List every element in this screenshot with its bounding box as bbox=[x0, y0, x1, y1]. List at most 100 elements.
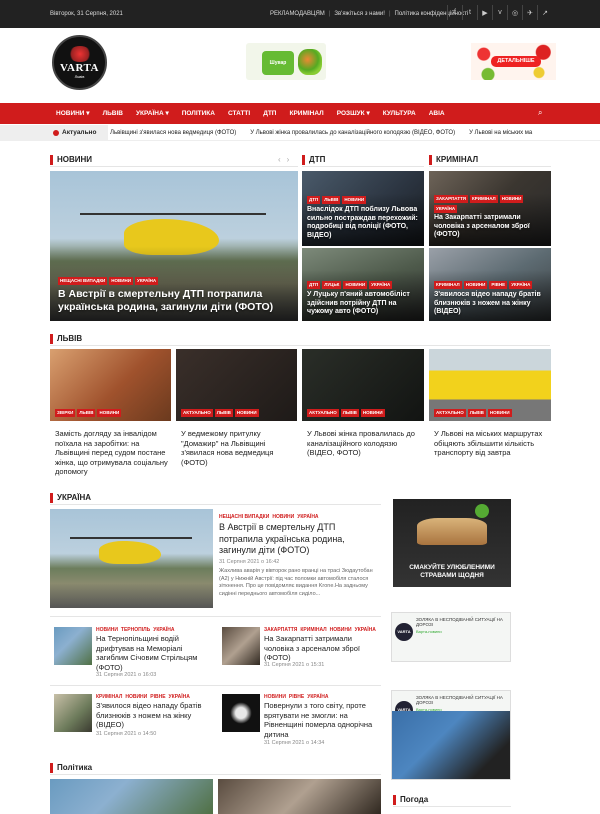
tag[interactable]: УКРАЇНА bbox=[135, 277, 159, 285]
advertisers-link[interactable]: РЕКЛАМОДАВЦЯМ bbox=[270, 11, 325, 17]
nav-politics[interactable]: ПОЛІТИКА bbox=[182, 103, 222, 124]
tag[interactable]: ЛЬВІВ bbox=[322, 196, 341, 204]
tag[interactable]: УКРАЇНА bbox=[509, 281, 533, 289]
crime-card[interactable]: КРИМІНАЛ НОВИНИ РІВНЕ УКРАЇНА З'явилося від… bbox=[429, 248, 551, 321]
twitter-icon[interactable]: t bbox=[462, 5, 477, 20]
tag[interactable]: НОВИНИ bbox=[342, 196, 367, 204]
external-icon[interactable]: ↗ bbox=[537, 5, 552, 20]
tag[interactable]: НОВИНИ bbox=[343, 281, 368, 289]
tag[interactable]: ЛЬВІВ bbox=[77, 409, 96, 417]
tag[interactable]: НОВИНИ bbox=[96, 627, 118, 633]
tag[interactable]: УКРАЇНА bbox=[169, 694, 190, 700]
header-ad-shuvar[interactable]: Шувар bbox=[246, 43, 326, 80]
tag[interactable]: НОВИНИ bbox=[272, 514, 294, 520]
nav-search-wanted[interactable]: РОЗШУК ▾ bbox=[337, 103, 377, 124]
facebook-icon[interactable]: f bbox=[447, 5, 462, 20]
tag[interactable]: ЛЬВІВ bbox=[340, 409, 359, 417]
tag[interactable]: НОВИНИ bbox=[499, 195, 524, 203]
dtp-card[interactable]: ДТП ЛЬВІВ НОВИНИ Внаслідок ДТП поблизу Льв… bbox=[302, 171, 424, 246]
list-title[interactable]: Повернули з того світу, проте врятувати … bbox=[264, 701, 382, 739]
contact-link[interactable]: Зв'яжіться з нами! bbox=[334, 11, 385, 17]
list-thumb[interactable] bbox=[222, 694, 260, 732]
tag[interactable]: УКРАЇНА bbox=[369, 281, 393, 289]
ukraine-feature-title[interactable]: В Австрії в смертельну ДТП потрапила укр… bbox=[219, 522, 379, 557]
lviv-card-title[interactable]: У ведмежому притулку "Домажир" на Львівщ… bbox=[181, 429, 296, 467]
header-ad-food[interactable]: ДЕТАЛЬНІШЕ bbox=[471, 43, 556, 80]
nav-articles[interactable]: СТАТТІ bbox=[228, 103, 257, 124]
lviv-card-title[interactable]: У Львові жінка провалилась до каналізаці… bbox=[307, 429, 422, 458]
instagram-icon[interactable]: ◎ bbox=[507, 5, 522, 20]
list-title[interactable]: З'явилося відео нападу братів близнюків … bbox=[96, 701, 214, 730]
telegram-icon[interactable]: ✈ bbox=[522, 5, 537, 20]
tag[interactable]: ДТП bbox=[307, 196, 321, 204]
tag[interactable]: НОВИНИ bbox=[264, 694, 286, 700]
tag[interactable]: НОВИНИ bbox=[360, 409, 385, 417]
tag[interactable]: АКТУАЛЬНО bbox=[434, 409, 466, 417]
ticker-item[interactable]: У Львові жінка провалилась до каналізаці… bbox=[250, 125, 455, 141]
details-button[interactable]: ДЕТАЛЬНІШЕ bbox=[491, 56, 541, 67]
tag[interactable]: УКРАЇНА bbox=[355, 627, 376, 633]
tag[interactable]: НОВИНИ bbox=[234, 409, 259, 417]
list-title[interactable]: На Тернопільщині водій дрифтував на Мемо… bbox=[96, 634, 214, 672]
ukraine-feature-image[interactable] bbox=[50, 509, 213, 608]
list-thumb[interactable] bbox=[222, 627, 260, 665]
vk-icon[interactable]: v bbox=[492, 5, 507, 20]
politics-card-image[interactable] bbox=[218, 779, 381, 814]
tag[interactable]: РІВНЕ bbox=[489, 281, 508, 289]
lviv-card-title[interactable]: Замість догляду за інвалідом поїхала на … bbox=[55, 429, 170, 477]
tag[interactable]: УКРАЇНА bbox=[297, 514, 318, 520]
tag[interactable]: НОВИНИ bbox=[330, 627, 352, 633]
tag[interactable]: ЗВІРКИ bbox=[55, 409, 76, 417]
sidebar-video[interactable]: VARTA ЗОЛЯКА В НЕСПОДІВАНІЙ СИТУАЦІЇ НА … bbox=[391, 612, 511, 662]
tag[interactable]: НОВИНИ bbox=[125, 694, 147, 700]
main-story-card[interactable]: НЕЩАСНІ ВИПАДКИ НОВИНИ УКРАЇНА В Австрії… bbox=[50, 171, 298, 321]
nav-dtp[interactable]: ДТП bbox=[263, 103, 283, 124]
site-logo[interactable]: VARTA Львів bbox=[52, 35, 107, 90]
tag[interactable]: ЛЬВІВ bbox=[467, 409, 486, 417]
crime-card[interactable]: ЗАКАРПАТТЯ КРИМІНАЛ НОВИНИ УКРАЇНА На Закар… bbox=[429, 171, 551, 246]
ticker-item[interactable]: У Львові на міських ма bbox=[469, 125, 532, 141]
youtube-icon[interactable]: ▶ bbox=[477, 5, 492, 20]
tag[interactable]: ТЕРНОПІЛЬ bbox=[121, 627, 150, 633]
tag[interactable]: НОВИНИ bbox=[97, 409, 122, 417]
list-title[interactable]: На Закарпатті затримали чоловіка з арсен… bbox=[264, 634, 382, 663]
tag[interactable]: НОВИНИ bbox=[463, 281, 488, 289]
dtp-card-title[interactable]: У Луцьку п'яний автомобіліст здійснив по… bbox=[307, 291, 422, 317]
tag[interactable]: КРИМІНАЛ bbox=[434, 281, 462, 289]
tag[interactable]: ЛЬВІВ bbox=[214, 409, 233, 417]
tag[interactable]: УКРАЇНА bbox=[153, 627, 174, 633]
tag[interactable]: КРИМІНАЛ bbox=[300, 627, 326, 633]
tag[interactable]: ДТП bbox=[307, 281, 321, 289]
politics-card-image[interactable] bbox=[50, 779, 213, 814]
tag[interactable]: НЕЩАСНІ ВИПАДКИ bbox=[58, 277, 108, 285]
lviv-card-title[interactable]: У Львові на міських маршрутах обіцяють з… bbox=[434, 429, 549, 458]
crime-card-title[interactable]: З'явилося відео нападу братів близнюків … bbox=[434, 291, 549, 317]
tag[interactable]: НОВИНИ bbox=[109, 277, 134, 285]
crime-card-title[interactable]: На Закарпатті затримали чоловіка з арсен… bbox=[434, 214, 549, 240]
nav-ukraine[interactable]: УКРАЇНА ▾ bbox=[136, 103, 176, 124]
tag[interactable]: АКТУАЛЬНО bbox=[307, 409, 339, 417]
tag[interactable]: РІВНЕ bbox=[289, 694, 304, 700]
tag[interactable]: НОВИНИ bbox=[487, 409, 512, 417]
sidebar-video[interactable]: VARTA ЗОЛЯКА В НЕСПОДІВАНІЙ СИТУАЦІЇ НА … bbox=[391, 690, 511, 780]
tag[interactable]: КРИМІНАЛ bbox=[96, 694, 122, 700]
main-story-title[interactable]: В Австрії в смертельну ДТП потрапила укр… bbox=[58, 288, 288, 313]
tag[interactable]: УКРАЇНА bbox=[307, 694, 328, 700]
list-thumb[interactable] bbox=[54, 627, 92, 665]
lviv-card-image[interactable]: АКТУАЛЬНО ЛЬВІВ НОВИНИ bbox=[176, 349, 297, 421]
tag[interactable]: ЗАКАРПАТТЯ bbox=[434, 195, 468, 203]
tag[interactable]: УКРАЇНА bbox=[434, 205, 458, 213]
prev-arrow-icon[interactable]: ‹ bbox=[278, 155, 281, 164]
nav-avia[interactable]: АВІА bbox=[429, 103, 452, 124]
next-arrow-icon[interactable]: › bbox=[287, 155, 290, 164]
tag[interactable]: ЛУЦЬК bbox=[322, 281, 342, 289]
dtp-card-title[interactable]: Внаслідок ДТП поблизу Львова сильно пост… bbox=[307, 206, 422, 240]
tag[interactable]: РІВНЕ bbox=[150, 694, 165, 700]
lviv-card-image[interactable]: АКТУАЛЬНО ЛЬВІВ НОВИНИ bbox=[302, 349, 424, 421]
nav-culture[interactable]: КУЛЬТУРА bbox=[383, 103, 423, 124]
tag[interactable]: КРИМІНАЛ bbox=[470, 195, 498, 203]
lviv-card-image[interactable]: АКТУАЛЬНО ЛЬВІВ НОВИНИ bbox=[429, 349, 551, 421]
nav-lviv[interactable]: ЛЬВІВ bbox=[103, 103, 130, 124]
dtp-card[interactable]: ДТП ЛУЦЬК НОВИНИ УКРАЇНА У Луцьку п'яний ав… bbox=[302, 248, 424, 321]
tag[interactable]: ЗАКАРПАТТЯ bbox=[264, 627, 297, 633]
